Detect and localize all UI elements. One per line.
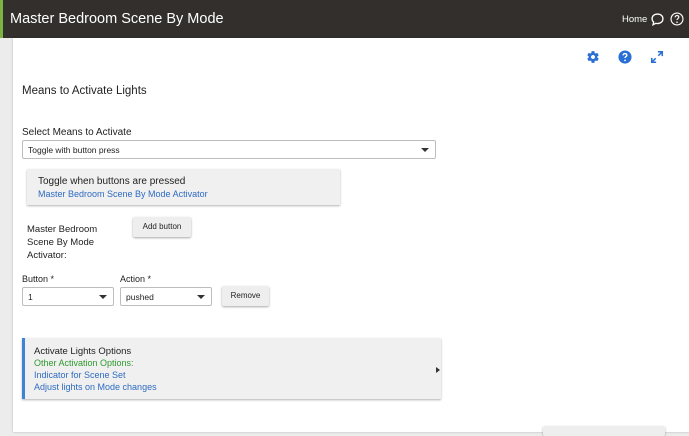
section-title: Means to Activate Lights [22, 85, 147, 97]
option-item[interactable]: Indicator for Scene Set [34, 370, 126, 380]
toggle-buttons-panel[interactable]: Toggle when buttons are pressed Master B… [27, 169, 340, 205]
toggle-title: Toggle when buttons are pressed [38, 176, 186, 187]
expand-icon[interactable] [650, 50, 664, 64]
chevron-down-icon [197, 294, 205, 299]
activate-lights-options-panel[interactable]: Activate Lights Options Other Activation… [22, 338, 441, 399]
action-value: pushed [126, 291, 154, 302]
means-label: Select Means to Activate [22, 127, 132, 138]
chat-icon[interactable] [650, 12, 665, 27]
options-accent-bar [22, 338, 25, 399]
main-card: Means to Activate Lights Select Means to… [13, 38, 689, 436]
bottom-action-button[interactable] [543, 426, 665, 436]
gear-icon[interactable] [586, 50, 600, 64]
button-number-value: 1 [28, 291, 33, 302]
remove-button[interactable]: Remove [222, 286, 269, 306]
app-title: Master Bedroom Scene By Mode [10, 11, 224, 27]
option-item[interactable]: Adjust lights on Mode changes [34, 382, 157, 392]
action-field-label: Action * [120, 274, 152, 284]
means-select-value: Toggle with button press [28, 144, 120, 155]
toggle-device-link[interactable]: Master Bedroom Scene By Mode Activator [38, 189, 208, 199]
top-bar: Master Bedroom Scene By Mode Home [0, 0, 689, 38]
action-select[interactable]: pushed [120, 287, 212, 306]
chevron-right-icon [436, 367, 440, 373]
add-button[interactable]: Add button [133, 217, 191, 237]
help-icon[interactable] [618, 50, 632, 64]
activator-label: Master Bedroom Scene By Mode Activator: [27, 224, 98, 261]
chevron-down-icon [99, 294, 107, 299]
options-title: Activate Lights Options [34, 346, 132, 357]
chevron-down-icon [421, 147, 429, 152]
help-circle-icon[interactable] [670, 12, 684, 26]
top-bar-accent [0, 0, 3, 38]
button-number-select[interactable]: 1 [22, 287, 114, 306]
options-subtitle: Other Activation Options: [34, 358, 134, 368]
means-select[interactable]: Toggle with button press [22, 140, 436, 159]
home-link[interactable]: Home [622, 14, 647, 25]
button-field-label: Button * [22, 274, 55, 284]
